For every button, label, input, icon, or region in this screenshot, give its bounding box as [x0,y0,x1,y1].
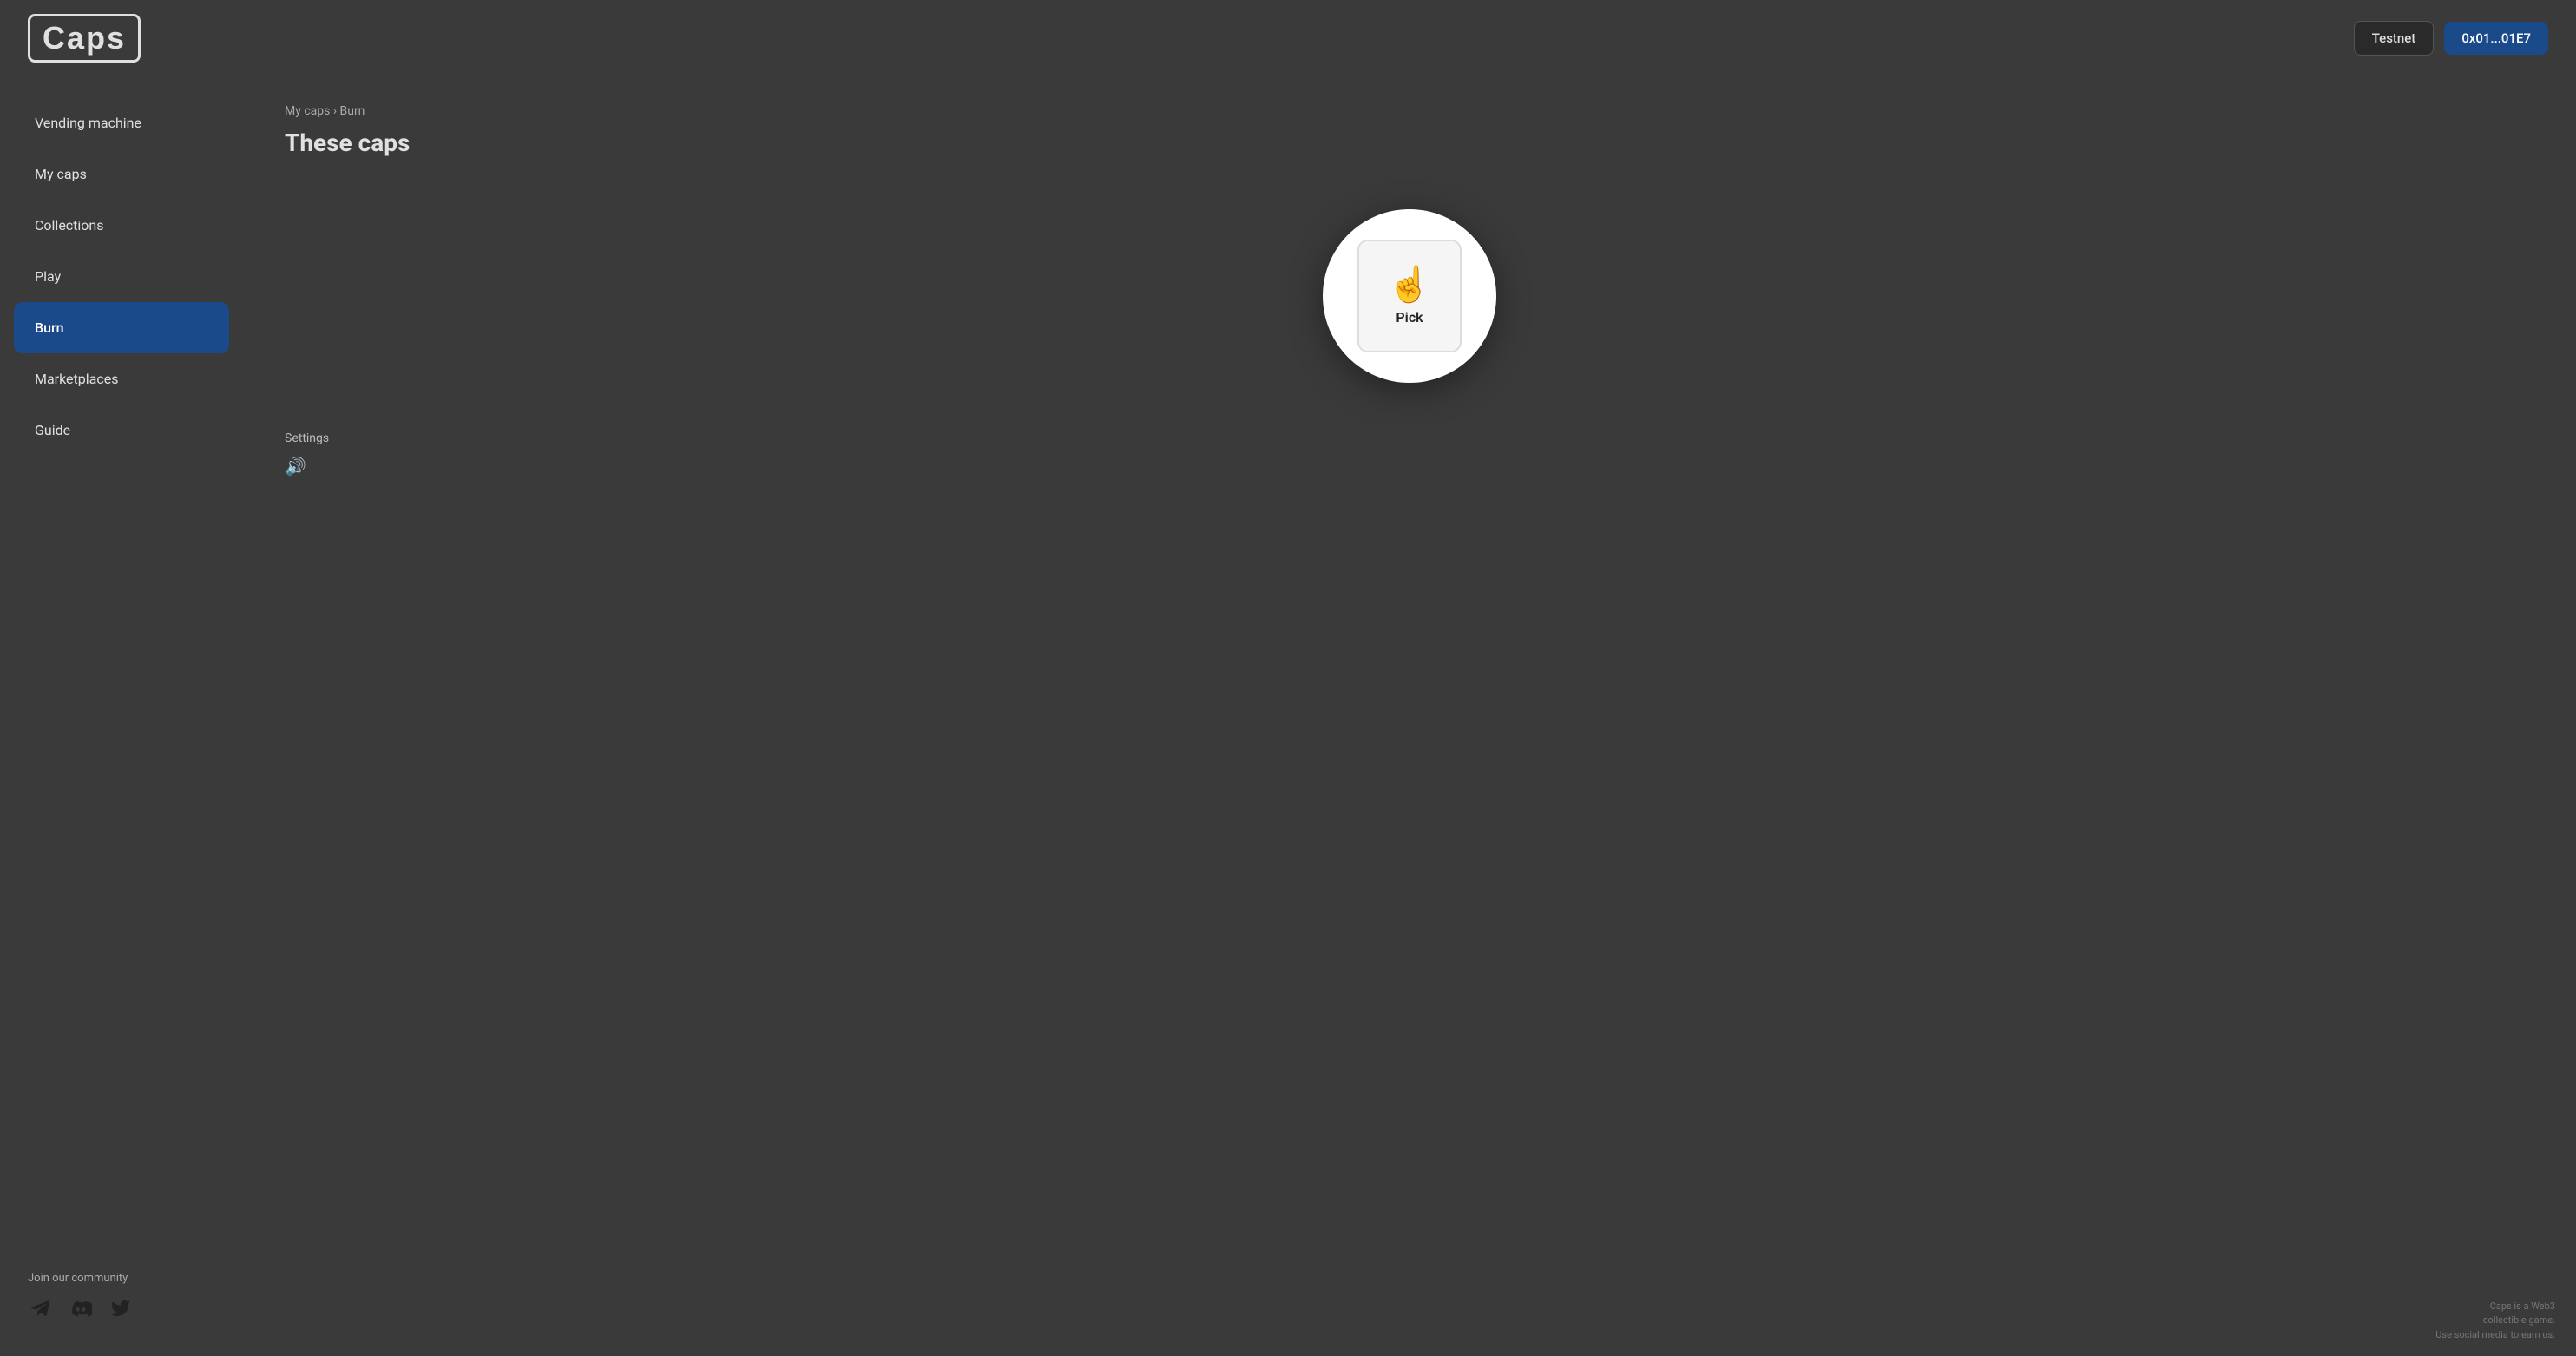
sidebar-label-collections: Collections [35,217,104,234]
header-right: Testnet 0x01...01E7 [2354,21,2548,56]
sidebar-item-vending-machine[interactable]: Vending machine [14,97,229,148]
wallet-button[interactable]: 0x01...01E7 [2444,22,2548,55]
pick-button[interactable]: ☝️ Pick [1357,240,1462,352]
disclaimer-line3: Use social media to earn us. [2435,1328,2555,1343]
sidebar-label-vending-machine: Vending machine [35,115,141,131]
sidebar-item-my-caps[interactable]: My caps [14,148,229,200]
breadcrumb: My caps › Burn [285,104,2534,118]
header: Caps Testnet 0x01...01E7 [0,0,2576,76]
sidebar-item-collections[interactable]: Collections [14,200,229,251]
twitter-icon[interactable] [108,1295,134,1321]
disclaimer: Caps is a Web3 collectible game. Use soc… [2435,1300,2555,1343]
testnet-badge: Testnet [2354,21,2435,56]
sidebar-item-play[interactable]: Play [14,251,229,302]
main-layout: Vending machine My caps Collections Play… [0,76,2576,1356]
sidebar-item-marketplaces[interactable]: Marketplaces [14,353,229,405]
sidebar-bottom: Join our community [14,1258,229,1335]
pick-label: Pick [1396,309,1423,326]
social-icons [28,1295,215,1321]
sidebar-label-burn: Burn [35,319,64,336]
disclaimer-line1: Caps is a Web3 [2435,1300,2555,1314]
logo-container: Caps [28,14,141,63]
sidebar-item-guide[interactable]: Guide [14,405,229,456]
page-title: These caps [285,128,2534,157]
pick-circle: ☝️ Pick [1323,209,1496,383]
telegram-icon[interactable] [28,1295,54,1321]
disclaimer-line2: collectible game. [2435,1313,2555,1328]
settings-label: Settings [285,431,2534,445]
sidebar-label-guide: Guide [35,422,70,438]
content: My caps › Burn These caps ☝️ Pick Settin… [243,76,2576,1356]
join-community-label: Join our community [28,1272,215,1285]
settings-area: Settings 🔊 [285,418,2534,490]
discord-icon[interactable] [68,1295,94,1321]
sidebar: Vending machine My caps Collections Play… [0,76,243,1356]
logo: Caps [28,14,141,63]
sidebar-label-marketplaces: Marketplaces [35,371,118,387]
sidebar-item-burn[interactable]: Burn [14,302,229,353]
pick-card-container: ☝️ Pick [285,209,2534,383]
pick-hand-icon: ☝️ [1388,267,1431,302]
sidebar-label-my-caps: My caps [35,166,87,182]
sound-icon[interactable]: 🔊 [285,456,2534,477]
sidebar-label-play: Play [35,268,61,285]
